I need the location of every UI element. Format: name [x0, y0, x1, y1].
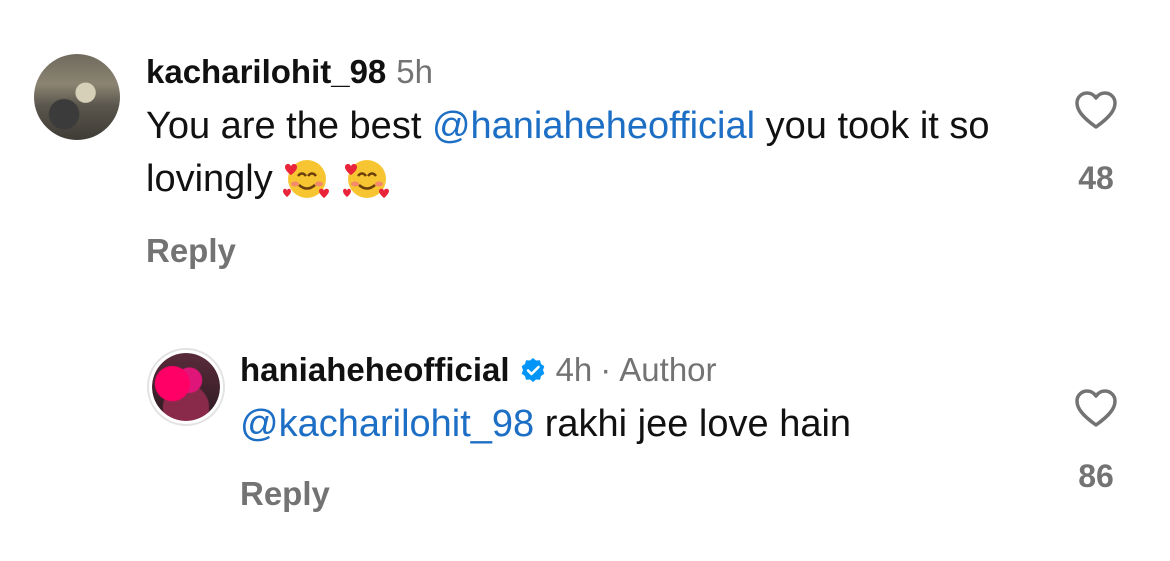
timestamp: 5h — [396, 53, 433, 90]
mention-link[interactable]: @haniaheheofficial — [432, 105, 755, 147]
reply-button[interactable]: Reply — [240, 475, 1040, 513]
smiling-face-with-hearts-icon — [342, 160, 389, 198]
comments-thread: kacharilohit_98 5h You are the best @han… — [0, 0, 1170, 561]
timestamp: 4h — [555, 351, 593, 388]
comment-meta: kacharilohit_98 5h — [146, 50, 1026, 94]
like-count: 86 — [1078, 458, 1114, 494]
comment-text: @kacharilohit_98 rakhi jee love hain — [240, 398, 1040, 451]
avatar-photo — [152, 353, 220, 421]
comment-body: kacharilohit_98 5h You are the best @han… — [146, 50, 1026, 270]
separator-dot: · — [600, 351, 612, 388]
username[interactable]: kacharilohit_98 — [146, 53, 386, 91]
like-control: 86 — [1066, 388, 1126, 495]
like-control: 48 — [1066, 90, 1126, 197]
author-label: Author — [619, 351, 717, 388]
smiling-face-with-hearts-icon — [282, 160, 329, 198]
verified-badge-icon — [521, 358, 544, 382]
avatar[interactable] — [34, 54, 120, 140]
comment-text-part: You are the best — [146, 105, 432, 147]
comment-text-part: rakhi jee love hain — [534, 403, 852, 445]
reply-button[interactable]: Reply — [146, 232, 1026, 270]
comment-body: haniaheheofficial 4h · Author @kacharilo… — [240, 348, 1040, 513]
mention-link[interactable]: @kacharilohit_98 — [240, 403, 534, 445]
comment-text: You are the best @haniaheheofficial you … — [146, 100, 1026, 206]
avatar-photo — [34, 54, 120, 140]
heart-icon[interactable] — [1074, 388, 1118, 428]
heart-icon[interactable] — [1074, 90, 1118, 130]
like-count: 48 — [1078, 160, 1114, 196]
avatar-ring[interactable] — [147, 348, 225, 426]
comment-meta: haniaheheofficial 4h · Author — [240, 348, 1040, 392]
avatar — [152, 353, 220, 421]
username[interactable]: haniaheheofficial — [240, 351, 510, 389]
